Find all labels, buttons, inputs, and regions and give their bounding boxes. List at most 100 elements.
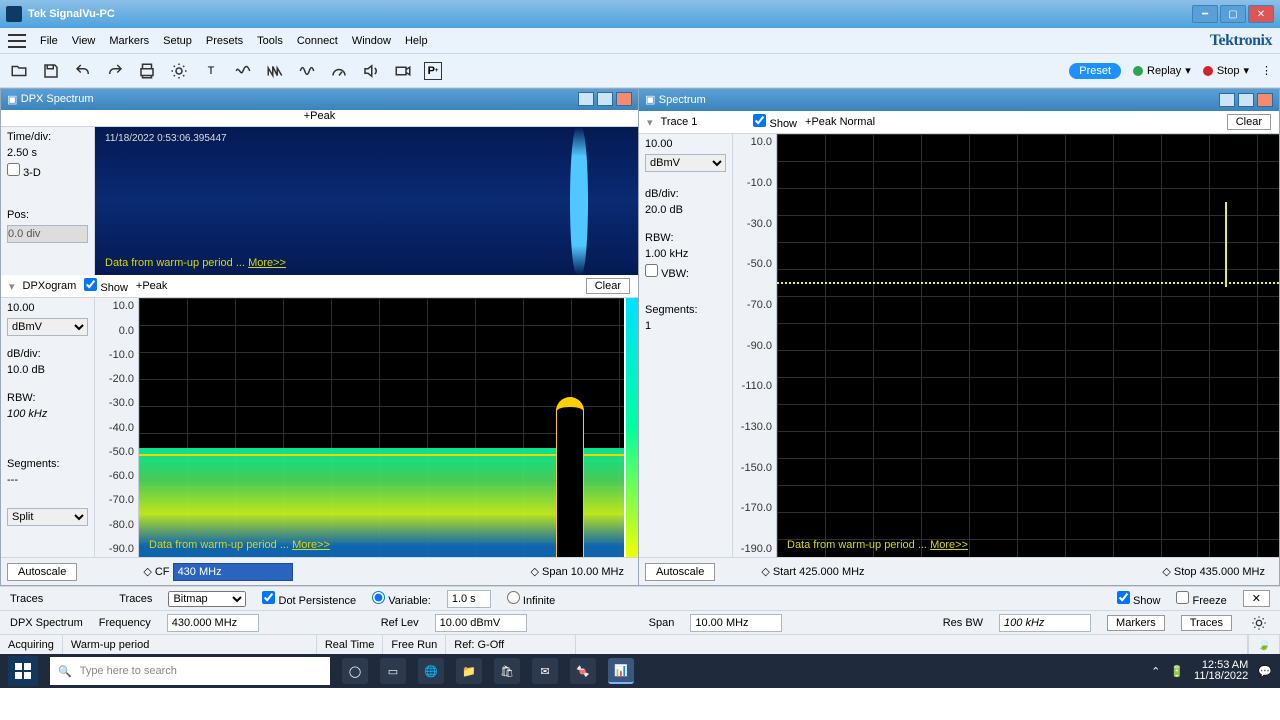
start-button[interactable]	[8, 656, 38, 686]
cf-input[interactable]	[173, 563, 293, 581]
rbw-label: RBW:	[7, 392, 88, 404]
menu-setup[interactable]: Setup	[163, 35, 192, 47]
task-app1-icon[interactable]: 🍬	[570, 658, 596, 684]
span-input[interactable]	[690, 614, 782, 632]
vbw-checkbox[interactable]: VBW:	[645, 268, 689, 280]
tray-chevron-icon[interactable]: ⌃	[1151, 665, 1160, 678]
leaf-icon[interactable]: 🍃	[1248, 635, 1280, 654]
menu-connect[interactable]: Connect	[297, 35, 338, 47]
audio-icon[interactable]	[360, 60, 382, 82]
wave2-icon[interactable]	[264, 60, 286, 82]
task-mail-icon[interactable]: ✉	[532, 658, 558, 684]
wave1-icon[interactable]	[232, 60, 254, 82]
show-checkbox[interactable]: Show	[753, 114, 797, 130]
save-icon[interactable]	[40, 60, 62, 82]
menu-help[interactable]: Help	[405, 35, 428, 47]
task-taskview-icon[interactable]: ▭	[380, 658, 406, 684]
redo-icon[interactable]	[104, 60, 126, 82]
undo-icon[interactable]	[72, 60, 94, 82]
stop-button[interactable]: Stop ▾	[1203, 64, 1249, 77]
dpx-pane-header[interactable]: ▣ DPX Spectrum	[1, 89, 638, 110]
close-button[interactable]: ✕	[1248, 5, 1274, 23]
wave3-icon[interactable]	[296, 60, 318, 82]
variable-radio[interactable]: Variable:	[372, 591, 431, 607]
tray-notifications-icon[interactable]: 💬	[1258, 665, 1272, 678]
chevron-down-icon[interactable]: ▾	[647, 116, 653, 129]
menu-file[interactable]: File	[40, 35, 58, 47]
hamburger-icon[interactable]	[8, 34, 26, 48]
gear-icon[interactable]	[1248, 612, 1270, 634]
more-link[interactable]: More>>	[248, 257, 286, 269]
spectrogram-plot[interactable]: 11/18/2022 0:53:06.395447 Data from warm…	[95, 127, 638, 275]
status-ref: Ref: G-Off	[446, 635, 576, 654]
status-acquiring: Acquiring	[0, 635, 63, 654]
close-traces-button[interactable]: ✕	[1243, 590, 1270, 607]
show-checkbox[interactable]: Show	[1117, 591, 1161, 607]
camera-icon[interactable]	[392, 60, 414, 82]
print-icon[interactable]	[136, 60, 158, 82]
freeze-checkbox[interactable]: Freeze	[1176, 591, 1226, 607]
dpx-title: DPX Spectrum	[21, 93, 94, 105]
menu-window[interactable]: Window	[352, 35, 391, 47]
minimize-button[interactable]: ━	[1192, 5, 1218, 23]
autoscale-button[interactable]: Autoscale	[645, 563, 715, 581]
variable-input[interactable]	[447, 590, 491, 608]
pane-minimize-button[interactable]	[578, 92, 594, 106]
spectrum-plot[interactable]: Data from warm-up period ... More>>	[777, 134, 1279, 557]
menu-view[interactable]: View	[72, 35, 96, 47]
show-checkbox[interactable]: Show	[84, 278, 128, 294]
search-box[interactable]: 🔍 Type here to search	[50, 657, 330, 685]
threed-checkbox[interactable]: 3-D	[7, 167, 41, 179]
dpx-plot[interactable]: Data from warm-up period ... More>>	[139, 298, 624, 557]
text-icon[interactable]: T	[200, 60, 222, 82]
menu-markers[interactable]: Markers	[109, 35, 149, 47]
task-edge-icon[interactable]: 🌐	[418, 658, 444, 684]
clear-button[interactable]: Clear	[586, 278, 630, 294]
more-link[interactable]: More>>	[292, 539, 330, 551]
task-explorer-icon[interactable]: 📁	[456, 658, 482, 684]
reflev-input[interactable]	[435, 614, 527, 632]
windows-taskbar: 🔍 Type here to search ◯ ▭ 🌐 📁 🛍 ✉ 🍬 📊 ⌃ …	[0, 654, 1280, 688]
split-select[interactable]: Split	[7, 508, 88, 526]
park-icon[interactable]: P+	[424, 62, 442, 80]
task-cortana-icon[interactable]: ◯	[342, 658, 368, 684]
gear-icon[interactable]	[168, 60, 190, 82]
segments-label: Segments:	[7, 458, 88, 470]
unit-select[interactable]: dBmV	[645, 154, 726, 172]
pane-maximize-button[interactable]	[1238, 93, 1254, 107]
tray-battery-icon[interactable]: 🔋	[1170, 665, 1184, 678]
menu-presets[interactable]: Presets	[206, 35, 243, 47]
task-signalvu-icon[interactable]: 📊	[608, 658, 634, 684]
start-label: Start	[773, 566, 796, 578]
pane-maximize-button[interactable]	[597, 92, 613, 106]
kebab-icon[interactable]: ⋮	[1261, 64, 1272, 77]
pane-close-button[interactable]	[616, 92, 632, 106]
dot-checkbox[interactable]: Dot Persistence	[262, 591, 356, 607]
infinite-radio[interactable]: Infinite	[507, 591, 555, 607]
chevron-down-icon[interactable]: ▾	[9, 280, 15, 293]
markers-button[interactable]: Markers	[1107, 615, 1165, 631]
spectrum-pane-header[interactable]: ▣ Spectrum	[639, 89, 1279, 111]
unit-select[interactable]: dBmV	[7, 318, 88, 336]
preset-button[interactable]: Preset	[1069, 63, 1121, 79]
menu-tools[interactable]: Tools	[257, 35, 283, 47]
open-icon[interactable]	[8, 60, 30, 82]
reflev-label: Ref Lev	[381, 617, 419, 629]
traces-button[interactable]: Traces	[1181, 615, 1232, 631]
freq-input[interactable]	[167, 614, 259, 632]
param-title: DPX Spectrum	[10, 617, 83, 629]
spectrum-side: 10.00 dBmV dB/div: 20.0 dB RBW: 1.00 kHz…	[639, 134, 733, 557]
resbw-input[interactable]	[999, 614, 1091, 632]
gauge-icon[interactable]	[328, 60, 350, 82]
maximize-button[interactable]: ▢	[1220, 5, 1246, 23]
clear-button[interactable]: Clear	[1227, 114, 1271, 130]
spectrum-trace	[777, 282, 1279, 284]
replay-button[interactable]: Replay ▾	[1133, 64, 1191, 77]
more-link[interactable]: More>>	[930, 539, 968, 551]
pane-close-button[interactable]	[1257, 93, 1273, 107]
task-store-icon[interactable]: 🛍	[494, 658, 520, 684]
traces-select[interactable]: Bitmap	[168, 591, 246, 607]
tray-clock[interactable]: 12:53 AM 11/18/2022	[1194, 660, 1248, 682]
autoscale-button[interactable]: Autoscale	[7, 563, 77, 581]
pane-minimize-button[interactable]	[1219, 93, 1235, 107]
